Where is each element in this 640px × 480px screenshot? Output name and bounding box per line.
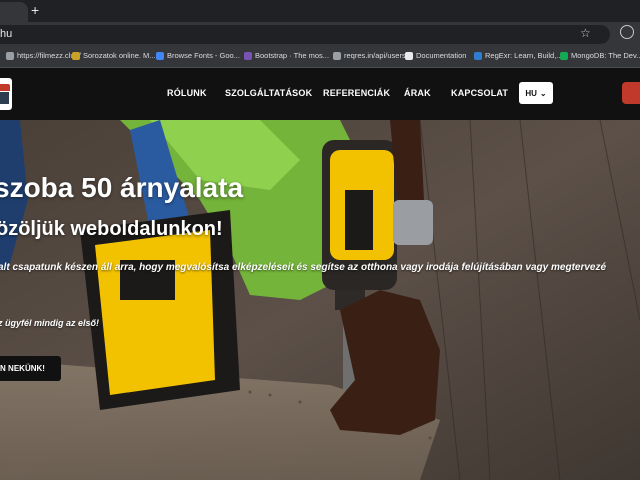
- bookmark-label: RegExr: Learn, Build,...: [485, 51, 563, 60]
- browser-tab-strip: × +: [0, 0, 640, 22]
- bookmark-label: Bootstrap · The mos...: [255, 51, 330, 60]
- bookmark-item[interactable]: RegExr: Learn, Build,...: [474, 51, 563, 60]
- hero-motto: z ügyfél mindig az első!: [0, 318, 100, 328]
- language-value: HU: [525, 88, 537, 98]
- bookmark-item[interactable]: reqres.in/api/users: [333, 51, 406, 60]
- address-text: hu: [0, 28, 13, 40]
- logo-house-icon: [0, 92, 9, 104]
- bookmark-star-icon[interactable]: ☆: [580, 26, 591, 40]
- hero-cta-button[interactable]: N NEKÜNK!: [0, 356, 61, 381]
- profile-icon[interactable]: [620, 25, 634, 39]
- bookmark-label: Sorozatok online. M...: [83, 51, 156, 60]
- page-icon: [6, 51, 14, 60]
- regexr-icon: [474, 51, 482, 60]
- globe-icon: [333, 51, 341, 60]
- bookmark-label: Browse Fonts - Goo...: [167, 51, 240, 60]
- bookmark-item[interactable]: https://filmezz.club/: [6, 51, 81, 60]
- bookmark-item[interactable]: Browse Fonts - Goo...: [156, 51, 240, 60]
- new-tab-icon[interactable]: +: [31, 3, 39, 17]
- bookmark-item[interactable]: Bootstrap · The mos...: [244, 51, 329, 60]
- hero-title: szoba 50 árnyalata: [0, 172, 244, 203]
- bookmark-item[interactable]: Sorozatok online. M...: [72, 51, 156, 60]
- browser-tab[interactable]: ×: [0, 2, 28, 22]
- github-icon: [405, 51, 413, 60]
- language-select[interactable]: HU ⌄: [519, 82, 553, 104]
- nav-item-referenciak[interactable]: REFERENCIÁK: [323, 88, 390, 98]
- bookmark-item[interactable]: Documentation: [405, 51, 466, 60]
- logo-roof-icon: [0, 84, 10, 91]
- address-bar[interactable]: hu ☆: [0, 25, 610, 44]
- bookmark-label: Documentation: [416, 51, 467, 60]
- chevron-down-icon: ⌄: [539, 88, 547, 98]
- site-icon: [72, 51, 80, 60]
- nav-item-kapcsolat[interactable]: KAPCSOLAT: [451, 88, 508, 98]
- hero-description: alt csapatunk készen áll arra, hogy megv…: [0, 262, 607, 273]
- bookmark-label: MongoDB: The Dev...: [571, 51, 640, 60]
- hero-subtitle: özöljük weboldalunkon!: [0, 218, 223, 240]
- bookmark-label: reqres.in/api/users: [344, 51, 406, 60]
- nav-item-szolgaltatasok[interactable]: SZOLGÁLTATÁSOK: [225, 88, 312, 98]
- mongodb-icon: [560, 51, 568, 60]
- website: RÓLUNK SZOLGÁLTATÁSOK REFERENCIÁK ÁRAK K…: [0, 68, 640, 480]
- nav-item-arak[interactable]: ÁRAK: [404, 88, 431, 98]
- google-fonts-icon: [156, 51, 164, 60]
- bookmarks-bar: https://filmezz.club/Sorozatok online. M…: [0, 46, 640, 68]
- bookmark-item[interactable]: MongoDB: The Dev...: [560, 51, 640, 60]
- hero-section: szoba 50 árnyalata özöljük weboldalunkon…: [0, 120, 640, 480]
- nav-item-rolunk[interactable]: RÓLUNK: [167, 88, 207, 98]
- browser-toolbar: hu ☆: [0, 22, 640, 46]
- nav-cta-button[interactable]: [622, 82, 640, 104]
- site-navbar: RÓLUNK SZOLGÁLTATÁSOK REFERENCIÁK ÁRAK K…: [0, 68, 640, 120]
- site-logo[interactable]: [0, 78, 12, 110]
- bootstrap-icon: [244, 51, 252, 60]
